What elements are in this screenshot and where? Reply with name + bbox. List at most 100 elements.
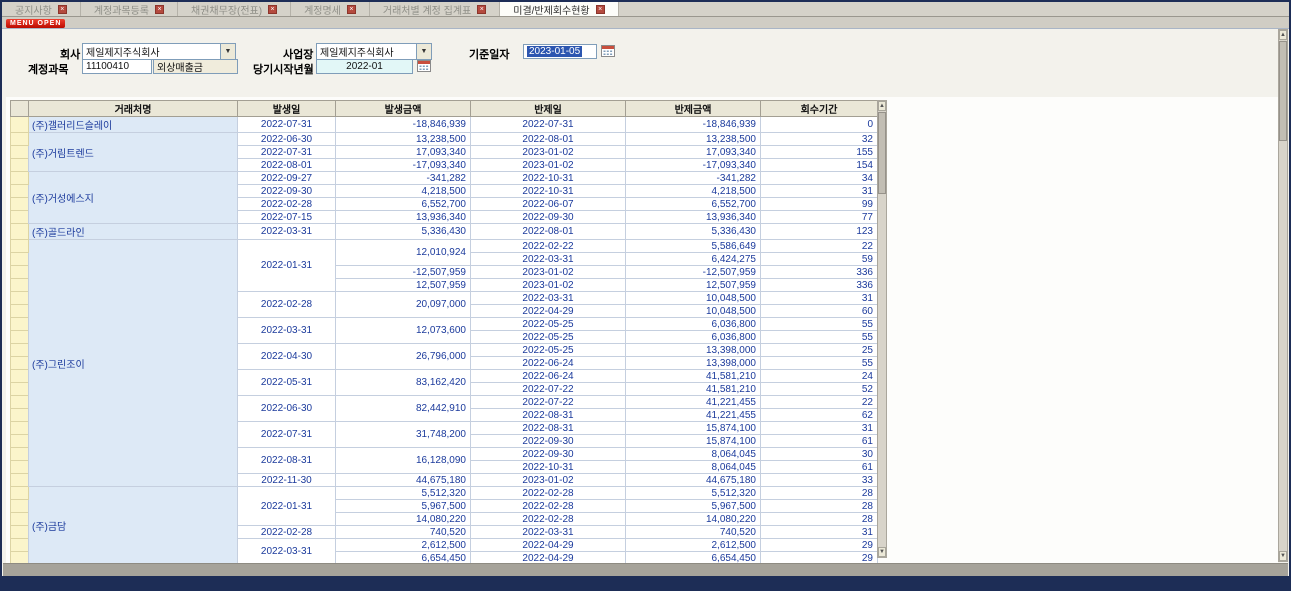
settle-date-cell[interactable]: 2022-07-31 <box>471 117 626 133</box>
settle-date-cell[interactable]: 2022-02-28 <box>471 500 626 513</box>
row-selector-cell[interactable] <box>11 435 29 448</box>
occur-date-cell[interactable]: 2022-11-30 <box>238 474 336 487</box>
settle-date-cell[interactable]: 2022-07-22 <box>471 383 626 396</box>
days-cell[interactable]: 61 <box>761 435 878 448</box>
occur-amount-cell[interactable]: 13,936,340 <box>336 211 471 224</box>
base-date-input[interactable]: 2023-01-05 <box>523 44 597 59</box>
occur-amount-cell[interactable]: -12,507,959 <box>336 266 471 279</box>
row-selector-cell[interactable] <box>11 292 29 305</box>
settle-date-cell[interactable]: 2023-01-02 <box>471 146 626 159</box>
days-cell[interactable]: 55 <box>761 331 878 344</box>
settle-amount-cell[interactable]: 41,581,210 <box>626 383 761 396</box>
occur-date-cell[interactable]: 2022-06-30 <box>238 396 336 422</box>
days-cell[interactable]: 0 <box>761 117 878 133</box>
settle-amount-cell[interactable]: 2,612,500 <box>626 539 761 552</box>
days-cell[interactable]: 31 <box>761 526 878 539</box>
table-row[interactable]: (주)거성에스지2022-09-27-341,2822022-10-31-341… <box>11 172 878 185</box>
settle-amount-cell[interactable]: 13,238,500 <box>626 133 761 146</box>
row-selector-cell[interactable] <box>11 474 29 487</box>
days-cell[interactable]: 28 <box>761 513 878 526</box>
occur-amount-cell[interactable]: 4,218,500 <box>336 185 471 198</box>
row-selector-cell[interactable] <box>11 357 29 370</box>
customer-cell[interactable]: (주)갤러리드슬레이 <box>29 117 238 133</box>
days-cell[interactable]: 31 <box>761 185 878 198</box>
days-cell[interactable]: 52 <box>761 383 878 396</box>
occur-amount-cell[interactable]: 16,128,090 <box>336 448 471 474</box>
days-cell[interactable]: 22 <box>761 240 878 253</box>
days-cell[interactable]: 28 <box>761 500 878 513</box>
tab-close-icon[interactable]: × <box>58 5 67 14</box>
settle-amount-cell[interactable]: 5,967,500 <box>626 500 761 513</box>
row-selector-cell[interactable] <box>11 172 29 185</box>
settle-date-cell[interactable]: 2022-09-30 <box>471 448 626 461</box>
occur-amount-cell[interactable]: 5,512,320 <box>336 487 471 500</box>
settle-date-cell[interactable]: 2022-07-22 <box>471 396 626 409</box>
settle-amount-cell[interactable]: 41,221,455 <box>626 409 761 422</box>
settle-date-cell[interactable]: 2022-10-31 <box>471 172 626 185</box>
occur-date-cell[interactable]: 2022-09-30 <box>238 185 336 198</box>
settle-date-cell[interactable]: 2022-05-25 <box>471 344 626 357</box>
scroll-down-icon[interactable]: ▼ <box>1279 551 1287 561</box>
settle-amount-cell[interactable]: 6,552,700 <box>626 198 761 211</box>
row-selector-cell[interactable] <box>11 422 29 435</box>
settle-amount-cell[interactable]: -17,093,340 <box>626 159 761 172</box>
settle-amount-cell[interactable]: 41,581,210 <box>626 370 761 383</box>
row-selector-cell[interactable] <box>11 539 29 552</box>
occur-amount-cell[interactable]: 14,080,220 <box>336 513 471 526</box>
occur-amount-cell[interactable]: 13,238,500 <box>336 133 471 146</box>
settle-amount-cell[interactable]: 6,424,275 <box>626 253 761 266</box>
days-cell[interactable]: 77 <box>761 211 878 224</box>
days-cell[interactable]: 60 <box>761 305 878 318</box>
row-selector-cell[interactable] <box>11 370 29 383</box>
tab-5[interactable]: 거래처별 계정 집계표× <box>370 2 500 16</box>
settle-amount-cell[interactable]: 17,093,340 <box>626 146 761 159</box>
settle-date-cell[interactable]: 2022-04-29 <box>471 305 626 318</box>
occur-date-cell[interactable]: 2022-02-28 <box>238 292 336 318</box>
row-selector-cell[interactable] <box>11 146 29 159</box>
occur-date-cell[interactable]: 2022-03-31 <box>238 318 336 344</box>
row-selector-cell[interactable] <box>11 240 29 253</box>
account-code-input[interactable]: 11100410 <box>82 59 152 74</box>
row-selector-cell[interactable] <box>11 487 29 500</box>
grid-scrollbar-thumb[interactable] <box>878 112 886 194</box>
days-cell[interactable]: 155 <box>761 146 878 159</box>
occur-amount-cell[interactable]: -17,093,340 <box>336 159 471 172</box>
settle-date-cell[interactable]: 2022-02-28 <box>471 513 626 526</box>
settle-date-cell[interactable]: 2022-08-31 <box>471 409 626 422</box>
settle-date-cell[interactable]: 2022-06-07 <box>471 198 626 211</box>
occur-date-cell[interactable]: 2022-06-30 <box>238 133 336 146</box>
occur-date-cell[interactable]: 2022-03-31 <box>238 539 336 565</box>
chevron-down-icon[interactable]: ▼ <box>416 44 431 59</box>
settle-date-cell[interactable]: 2022-03-31 <box>471 526 626 539</box>
customer-cell[interactable]: (주)거성에스지 <box>29 172 238 224</box>
settle-date-cell[interactable]: 2022-02-22 <box>471 240 626 253</box>
settle-date-cell[interactable]: 2022-09-30 <box>471 211 626 224</box>
start-month-input[interactable]: 2022-01 <box>316 59 413 74</box>
occur-amount-cell[interactable]: 12,073,600 <box>336 318 471 344</box>
row-selector-cell[interactable] <box>11 331 29 344</box>
occur-date-cell[interactable]: 2022-07-15 <box>238 211 336 224</box>
settle-amount-cell[interactable]: 13,398,000 <box>626 344 761 357</box>
settle-amount-cell[interactable]: 15,874,100 <box>626 435 761 448</box>
scroll-up-icon[interactable]: ▲ <box>1279 30 1287 40</box>
occur-amount-cell[interactable]: 26,796,000 <box>336 344 471 370</box>
occur-date-cell[interactable]: 2022-07-31 <box>238 117 336 133</box>
settle-date-cell[interactable]: 2023-01-02 <box>471 474 626 487</box>
occur-date-cell[interactable]: 2022-03-31 <box>238 224 336 240</box>
calendar-icon[interactable] <box>417 59 431 72</box>
occur-amount-cell[interactable]: 5,336,430 <box>336 224 471 240</box>
settle-amount-cell[interactable]: 15,874,100 <box>626 422 761 435</box>
settle-amount-cell[interactable]: 13,936,340 <box>626 211 761 224</box>
settle-amount-cell[interactable]: 6,036,800 <box>626 318 761 331</box>
occur-date-cell[interactable]: 2022-07-31 <box>238 146 336 159</box>
table-row[interactable]: (주)그린조이2022-01-3112,010,9242022-02-225,5… <box>11 240 878 253</box>
grid-scrollbar[interactable]: ▲ ▼ <box>877 100 887 558</box>
days-cell[interactable]: 29 <box>761 539 878 552</box>
settle-date-cell[interactable]: 2022-10-31 <box>471 185 626 198</box>
days-cell[interactable]: 59 <box>761 253 878 266</box>
days-cell[interactable]: 31 <box>761 292 878 305</box>
settle-amount-cell[interactable]: -341,282 <box>626 172 761 185</box>
settle-amount-cell[interactable]: 8,064,045 <box>626 448 761 461</box>
occur-date-cell[interactable]: 2022-08-31 <box>238 448 336 474</box>
days-cell[interactable]: 336 <box>761 279 878 292</box>
